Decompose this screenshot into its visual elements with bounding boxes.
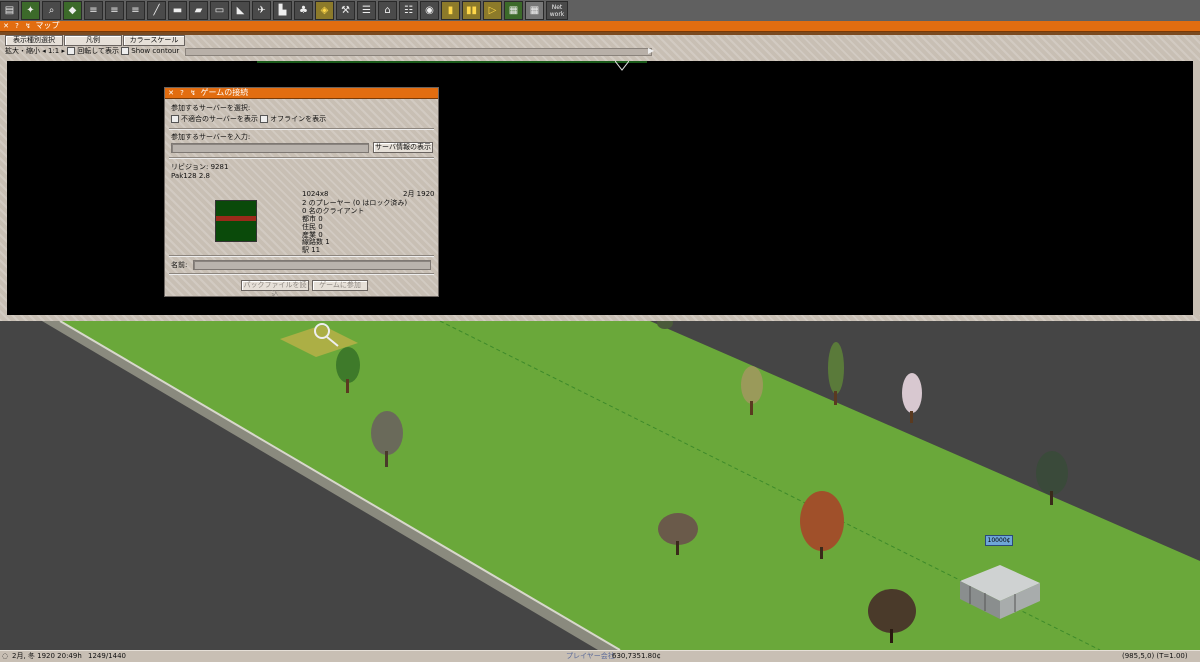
stat-residents: 住民 0 xyxy=(302,223,323,231)
status-money: 630,7351.80¢ xyxy=(612,652,661,660)
tram-tool-icon[interactable]: ╱ xyxy=(147,1,166,20)
list-icon[interactable]: ☷ xyxy=(399,1,418,20)
price-label: 10000¢ xyxy=(985,535,1013,546)
map-scroll-edge xyxy=(1193,61,1200,315)
show-server-status-button[interactable]: サーバ情報の表示 xyxy=(373,142,433,153)
contour-checkbox[interactable] xyxy=(121,47,130,55)
scale-arrow-icon[interactable]: ▶ xyxy=(648,47,656,55)
airport-tool-icon[interactable]: ▙ xyxy=(273,1,292,20)
stat-stations: 駅 11 xyxy=(302,246,321,254)
zoom-label: 拡大・縮小 xyxy=(5,47,40,55)
contour-label: Show contour xyxy=(131,47,180,55)
scale-bar[interactable] xyxy=(185,48,652,56)
map-window-title: マップ xyxy=(35,21,60,30)
pin-icon[interactable]: ↯ xyxy=(189,89,197,97)
special-tool-icon[interactable]: ☰ xyxy=(357,1,376,20)
train-tool-icon[interactable]: ▭ xyxy=(210,1,229,20)
zoom-value: 1:1 xyxy=(47,47,60,55)
stat-cities: 都市 0 xyxy=(302,215,323,223)
monorail-tool-icon[interactable]: ♣ xyxy=(294,1,313,20)
pin-icon[interactable]: ↯ xyxy=(24,22,32,30)
minimap-icon[interactable]: ✦ xyxy=(21,1,40,20)
boat-tool-icon[interactable]: ✈ xyxy=(252,1,271,20)
show-offline-checkbox[interactable] xyxy=(260,115,269,123)
dialog-titlebar[interactable]: ✕? ↯ ゲームの接続 xyxy=(165,88,438,99)
show-offline-label: オフラインを表示 xyxy=(270,115,327,123)
select-server-label: 参加するサーバーを選択: xyxy=(171,104,251,112)
pause-icon[interactable]: ▷ xyxy=(483,1,502,20)
zoom-in-icon[interactable]: ▸ xyxy=(61,47,65,55)
rotate-label: 回転して表示 xyxy=(77,47,120,55)
info-icon[interactable]: ▮▮ xyxy=(462,1,481,20)
display-select-button[interactable]: 表示種別選択 xyxy=(5,35,63,46)
network-icon[interactable]: Net work xyxy=(546,1,568,20)
camera-icon[interactable]: ◉ xyxy=(420,1,439,20)
stat-clients: 0 名のクライアント xyxy=(302,207,365,215)
map-window-titlebar[interactable]: ✕? ↯ マップ xyxy=(0,21,1200,32)
terrain-svg xyxy=(0,317,1200,651)
save-icon[interactable]: ▤ xyxy=(0,1,19,20)
close-icon[interactable]: ✕ xyxy=(167,89,175,97)
pipeline-tool-icon[interactable]: ⚒ xyxy=(336,1,355,20)
finance-icon[interactable]: ⌂ xyxy=(378,1,397,20)
join-game-button[interactable]: ゲームに参加 xyxy=(312,280,368,291)
screenshot-icon[interactable]: ▮ xyxy=(441,1,460,20)
dialog-separator xyxy=(169,157,434,159)
minimap-view-marker xyxy=(614,60,630,71)
player-name-input[interactable] xyxy=(193,260,431,270)
weather-icon: ◌ xyxy=(2,652,9,660)
ship-tool-icon[interactable]: ≡ xyxy=(126,1,145,20)
maglev-tool-icon[interactable]: ◈ xyxy=(315,1,334,20)
status-zoom: 1249/1440 xyxy=(88,652,126,660)
aircraft-tool-icon[interactable]: ◣ xyxy=(231,1,250,20)
main-toolbar: ▤ ✦ ⌕ ◆ ≡ ≡ ≡ ╱ ▬ ▰ ▭ ◣ ✈ ▙ ♣ ◈ ⚒ ☰ ⌂ ☷ … xyxy=(0,0,1200,21)
dialog-separator xyxy=(169,128,434,130)
minimap-terrain-strip xyxy=(257,61,647,63)
server-filter-row: 不適合のサーバーを表示 オフラインを表示 xyxy=(171,115,326,123)
map-preview xyxy=(215,200,257,242)
layer-icon[interactable]: ▦ xyxy=(525,1,544,20)
legend-button[interactable]: 凡例 xyxy=(64,35,122,46)
stat-players: 2 のプレーヤー (0 はロック済み) xyxy=(302,199,408,207)
game-date-label: 2月 1920 xyxy=(403,190,435,198)
rotate-checkbox[interactable] xyxy=(67,47,76,55)
dialog-separator xyxy=(169,255,434,257)
show-incompatible-label: 不適合のサーバーを表示 xyxy=(181,115,258,123)
road-tool-icon[interactable]: ≡ xyxy=(84,1,103,20)
map-zoom-row: 拡大・縮小 ◂ 1:1 ▸ 回転して表示 Show contour xyxy=(5,47,179,56)
network-label: Net work xyxy=(549,3,565,18)
pak-label: Pak128 2.8 xyxy=(171,172,210,180)
zoom-out-icon[interactable]: ◂ xyxy=(42,47,46,55)
load-pak-button[interactable]: パックファイルを読込 xyxy=(241,280,309,298)
revision-label: リビジョン: 9281 xyxy=(171,163,229,171)
server-address-input[interactable] xyxy=(171,143,369,153)
help-icon[interactable]: ? xyxy=(178,89,186,97)
status-date-time: 2月, 冬 1920 20:49h xyxy=(12,652,82,660)
rail-car-tool-icon[interactable]: ▬ xyxy=(168,1,187,20)
enter-server-label: 参加するサーバーを入力: xyxy=(171,133,251,141)
help-icon[interactable]: ? xyxy=(13,22,21,30)
status-bar: ◌ 2月, 冬 1920 20:49h 1249/1440 プレイヤー会社 63… xyxy=(0,650,1200,662)
map-size-label: 1024x8 xyxy=(302,190,329,198)
dialog-separator xyxy=(169,273,434,275)
join-game-dialog: ✕? ↯ ゲームの接続 参加するサーバーを選択: 不適合のサーバーを表示 オフライ… xyxy=(164,87,439,298)
stat-lines: 線路数 1 xyxy=(302,238,330,246)
road-vehicle-tool-icon[interactable]: ▰ xyxy=(189,1,208,20)
color-scale-button[interactable]: カラースケール xyxy=(123,35,185,46)
status-coords: (985,5,0) (T=1.00) xyxy=(1122,652,1188,660)
world-view[interactable]: 10000¢ xyxy=(0,317,1200,651)
map-preview-rail xyxy=(216,216,256,221)
rail-tool-icon[interactable]: ≡ xyxy=(105,1,124,20)
fast-forward-icon[interactable]: ▦ xyxy=(504,1,523,20)
status-player-label: プレイヤー会社 xyxy=(566,652,615,660)
close-icon[interactable]: ✕ xyxy=(2,22,10,30)
slope-tool-icon[interactable]: ◆ xyxy=(63,1,82,20)
player-name-label: 名前: xyxy=(171,261,188,269)
magnifier-icon[interactable]: ⌕ xyxy=(42,1,61,20)
dialog-title: ゲームの接続 xyxy=(200,88,249,97)
show-incompatible-checkbox[interactable] xyxy=(171,115,179,123)
